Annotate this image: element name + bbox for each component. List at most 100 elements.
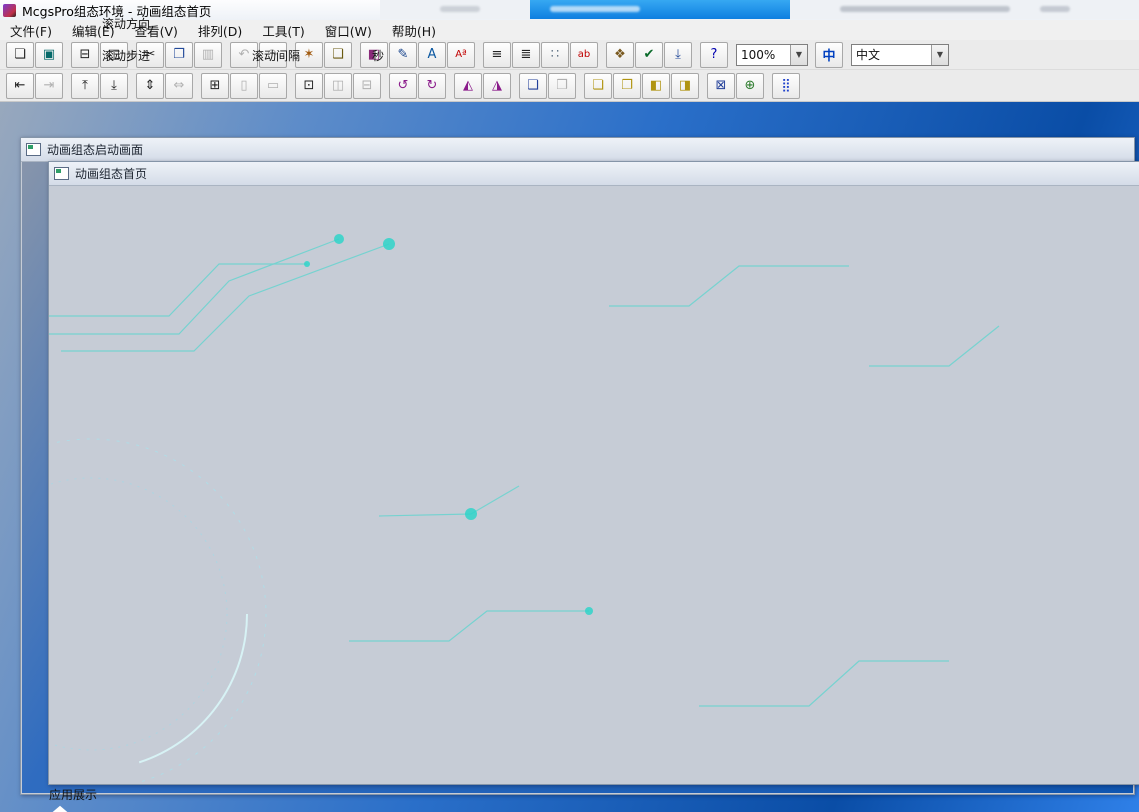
circuit-decoration — [49, 186, 1138, 783]
toolbar-button-paste[interactable]: ▥ — [194, 42, 222, 68]
toolbar-button-icon: ◫ — [332, 78, 344, 93]
toolbar-button-icon: ❏ — [592, 78, 604, 93]
chevron-down-icon[interactable]: ▼ — [790, 45, 807, 65]
menu-item[interactable]: 文件(F) — [0, 19, 62, 42]
menu-item[interactable]: 排列(D) — [188, 19, 252, 42]
toolbar-button-align-top[interactable]: ⤒ — [71, 73, 99, 99]
scroll-interval-label: 滚动间隔 — [252, 47, 300, 64]
toolbar-button-icon: ⊟ — [362, 78, 373, 93]
menu-bar: 文件(F)编辑(E)查看(V)排列(D)工具(T)窗口(W)帮助(H) — [0, 20, 1139, 41]
toolbar-button-icon: ❖ — [614, 47, 626, 62]
toolbar-button-icon: ◧ — [650, 78, 662, 93]
home-button[interactable]: HOME — [49, 803, 1139, 812]
toolbar-button-flip-vertical[interactable]: ◮ — [483, 73, 511, 99]
language-combo[interactable]: 中文 ▼ — [851, 44, 949, 66]
toolbar-button-flip-horizontal[interactable]: ◭ — [454, 73, 482, 99]
home-window-titlebar[interactable]: 动画组态首页 — [49, 162, 1139, 186]
toolbar-button-object-properties[interactable]: ❖ — [606, 42, 634, 68]
toolbar-button-same-height[interactable]: ▯ — [230, 73, 258, 99]
toolbar-button-icon: ⊞ — [210, 78, 221, 93]
toolbar-button-font-color[interactable]: A — [418, 42, 446, 68]
toolbar-button-icon: ▣ — [43, 47, 55, 62]
toolbar-button-icon: ❐ — [621, 78, 633, 93]
toolbar-button-spell-check[interactable]: ab — [570, 42, 598, 68]
toolbar-button-icon: ❑ — [332, 47, 344, 62]
toolbar-button-new-screen[interactable]: ❏ — [6, 42, 34, 68]
toolbar-button-window-edit[interactable]: ❑ — [324, 42, 352, 68]
toolbar-button-align-right[interactable]: ⇥ — [35, 73, 63, 99]
toolbar-button-help[interactable]: ? — [700, 42, 728, 68]
toolbar-button-icon: ⊡ — [304, 78, 315, 93]
toolbar-button-icon: ⤓ — [675, 47, 681, 62]
toolbar-button-icon: ❏ — [14, 47, 26, 62]
toolbar-button-rotate-right[interactable]: ↻ — [418, 73, 446, 99]
toolbar-button-icon: ▭ — [267, 78, 279, 93]
language-value: 中文 — [852, 46, 931, 63]
toolbar-button-text-indent[interactable]: ≣ — [512, 42, 540, 68]
toolbar-button-solidify[interactable]: ⊕ — [736, 73, 764, 99]
toolbar-button-icon: ▯ — [240, 78, 247, 93]
toolbar-button-icon: ⊠ — [716, 78, 727, 93]
toolbar-button-bring-to-front[interactable]: ❏ — [584, 73, 612, 99]
toolbar-button-align-left[interactable]: ⇤ — [6, 73, 34, 99]
toolbar-button-make-symbol[interactable]: ❑ — [519, 73, 547, 99]
toolbar-button-icon: ↻ — [427, 78, 438, 93]
toolbar-button-icon: ◮ — [492, 78, 502, 93]
toolbar-button-send-backward[interactable]: ◨ — [671, 73, 699, 99]
toolbar-button-align-bottom[interactable]: ⤓ — [100, 73, 128, 99]
toolbar-button-sort[interactable]: ⤓ — [664, 42, 692, 68]
toolbar-button-icon: ❑ — [527, 78, 539, 93]
toolbar-button-bring-forward[interactable]: ◧ — [642, 73, 670, 99]
startup-window-titlebar[interactable]: 动画组态启动画面 — [21, 138, 1134, 162]
toolbar-button-icon: ⊕ — [745, 78, 756, 93]
toolbar-button-center-in-window[interactable]: ⊡ — [295, 73, 323, 99]
toolbar-button-rotate-left[interactable]: ↺ — [389, 73, 417, 99]
toolbar-button-grid-toggle[interactable]: ⣿ — [772, 73, 800, 99]
toolbar-button-save[interactable]: ▣ — [35, 42, 63, 68]
scroll-direction-label: 滚动方向 — [102, 15, 150, 32]
toolbar-button-icon: ⇕ — [145, 78, 156, 93]
toolbar-button-v-center[interactable]: ⊟ — [353, 73, 381, 99]
toolbar-button-h-center[interactable]: ◫ — [324, 73, 352, 99]
toolbar-button-print[interactable]: ⊟ — [71, 42, 99, 68]
toolbar-button-icon: ◨ — [679, 78, 691, 93]
toolbar-button-copy[interactable]: ❐ — [165, 42, 193, 68]
toolbar-button-icon: ❐ — [173, 47, 185, 62]
zoom-combo[interactable]: 100% ▼ — [736, 44, 808, 66]
toolbar-arrange: ⇤ ⇥ ⤒ ⤓ ⇕ ⇔ ⊞ ▯ ▭ ⊡ ◫ ⊟ ↺ ↻ ◭ ◮ ❑ ❒ ❏ ❐ ◧ ◨ ⊠ ⊕ ⣿ — [0, 70, 1139, 102]
toolbar-button-icon: ↺ — [398, 78, 409, 93]
toolbar-button-lock[interactable]: ⊠ — [707, 73, 735, 99]
menu-item[interactable]: 窗口(W) — [315, 19, 382, 42]
toolbar-button-font[interactable]: Aª — [447, 42, 475, 68]
toolbar-button-line-color[interactable]: ✎ — [389, 42, 417, 68]
window-home-page: 动画组态首页 — [48, 161, 1139, 785]
window-icon — [26, 143, 41, 156]
toolbar-button-equal-h-space[interactable]: ⇔ — [165, 73, 193, 99]
toolbar-button-icon: ⇔ — [174, 78, 185, 93]
page-title: 应用展示 — [49, 786, 1139, 803]
scroll-step-label: 滚动步进 — [102, 47, 150, 64]
toolbar-button-icon: ⣿ — [781, 78, 791, 93]
design-canvas[interactable]: 应用展示 HOME ★ 状态监控 参数设置 — [49, 186, 1139, 812]
toolbar-button-icon: Aª — [455, 49, 467, 60]
toolbar-button-icon: A — [428, 47, 437, 62]
toolbar-button-break-symbol[interactable]: ❒ — [548, 73, 576, 99]
toolbar-button-same-size[interactable]: ⊞ — [201, 73, 229, 99]
chevron-down-icon[interactable]: ▼ — [931, 45, 948, 65]
menu-item[interactable]: 帮助(H) — [382, 19, 446, 42]
language-switch-button[interactable]: 中 — [815, 42, 843, 68]
toolbar-button-text-lines[interactable]: ≡ — [483, 42, 511, 68]
toolbar-button-icon: ∷ — [551, 47, 559, 62]
toolbar-button-grid[interactable]: ∷ — [541, 42, 569, 68]
toolbar-main: ❏▣⊟◫✂❐▥↶↷✶❑◧✎AAª≡≣∷ab❖✔⤓? 100% ▼ 中 中文 ▼ — [0, 40, 1139, 70]
toolbar-button-icon: ⤓ — [111, 78, 117, 93]
toolbar-button-send-to-back[interactable]: ❐ — [613, 73, 641, 99]
toolbar-button-equal-v-space[interactable]: ⇕ — [136, 73, 164, 99]
zoom-value: 100% — [737, 48, 790, 62]
app-icon — [3, 4, 16, 17]
interval-unit-label: 秒 — [372, 47, 384, 64]
toolbar-button-icon: ⇤ — [15, 78, 26, 93]
toolbar-button-syntax-check[interactable]: ✔ — [635, 42, 663, 68]
toolbar-button-same-width[interactable]: ▭ — [259, 73, 287, 99]
menu-item[interactable]: 工具(T) — [252, 19, 314, 42]
